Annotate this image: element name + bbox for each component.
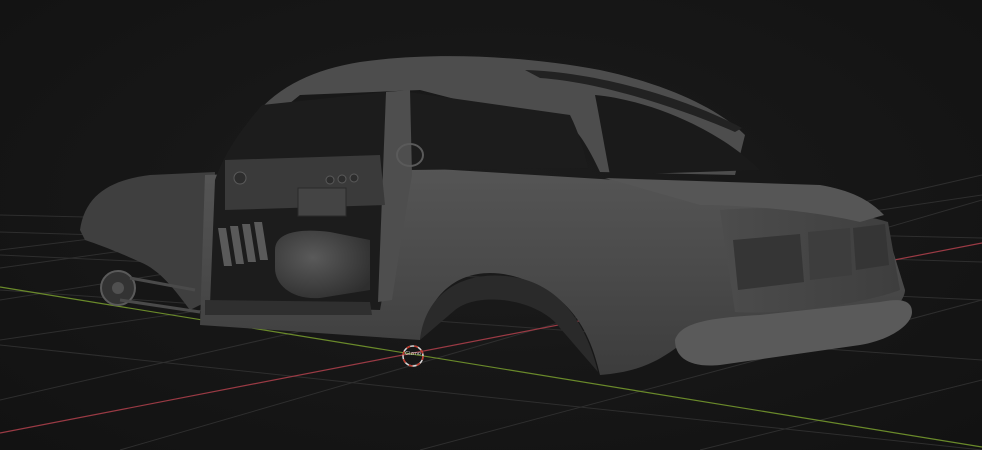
3d-viewport[interactable]: Gizmo [0,0,982,450]
viewport-scene[interactable] [0,0,982,450]
car-body-model[interactable] [80,56,912,375]
front-wheel-center-icon [112,282,124,294]
gauge-icon [337,174,347,184]
tail-light-right [853,224,889,270]
license-plate-recess [808,228,852,280]
tail-light-left [733,234,804,290]
gauge-icon [233,171,247,185]
gauge-icon [349,173,359,183]
exhaust-tube [275,230,370,299]
floor-plate [205,300,372,315]
gauge-icon [325,175,335,185]
console-box [297,187,347,217]
